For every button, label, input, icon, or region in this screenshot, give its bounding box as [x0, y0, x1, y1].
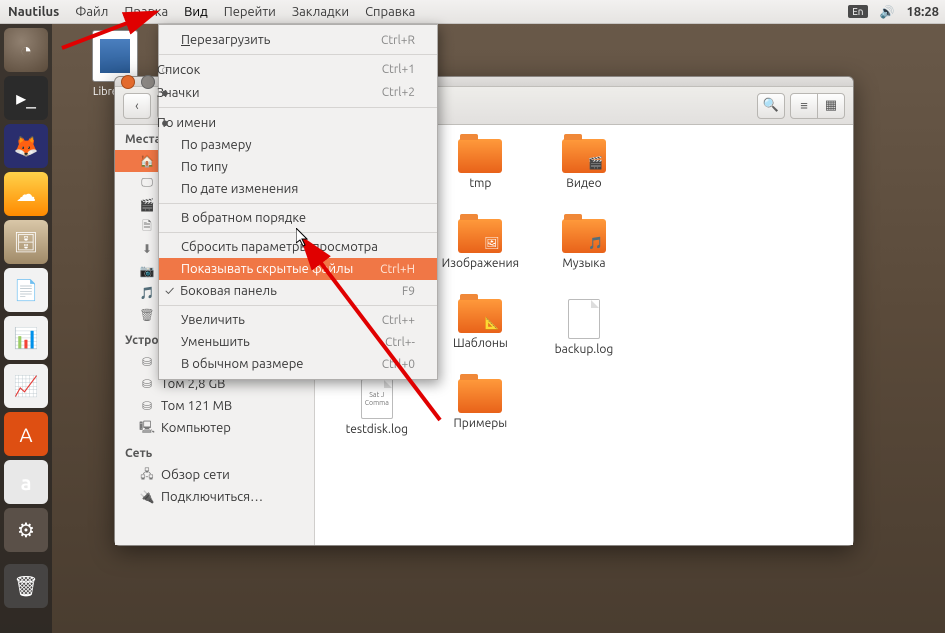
software-icon[interactable]: A	[4, 412, 48, 456]
file-icon: Sat J Comma	[361, 379, 393, 419]
lang-indicator[interactable]: En	[842, 5, 873, 18]
folder-pictures[interactable]: 🖼Изображения	[429, 219, 533, 295]
back-button[interactable]: ‹	[123, 93, 151, 119]
menu-sort-type[interactable]: По типу	[159, 156, 437, 178]
desktop-place-icon: 🖵	[139, 176, 155, 190]
sidebar-computer[interactable]: 🖳Компьютер	[115, 417, 314, 439]
app-name: Nautilus	[0, 5, 67, 19]
writer-icon[interactable]: 📄	[4, 268, 48, 312]
top-panel: Nautilus Файл Правка Вид Перейти Закладк…	[0, 0, 945, 24]
menu-edit[interactable]: Правка	[116, 5, 176, 19]
disk-icon: ⛁	[139, 355, 155, 369]
file-testdisk[interactable]: Sat J Commatestdisk.log	[325, 379, 429, 455]
menu-zoom-normal[interactable]: В обычном размереCtrl+0	[159, 353, 437, 375]
menu-sort-size[interactable]: По размеру	[159, 134, 437, 156]
cursor-icon	[296, 228, 312, 248]
menu-zoom-in[interactable]: УвеличитьCtrl++	[159, 309, 437, 331]
menu-zoom-out[interactable]: УменьшитьCtrl+-	[159, 331, 437, 353]
cloud-icon[interactable]: ☁	[4, 172, 48, 216]
folder-icon: 🎵	[562, 219, 606, 253]
file-backup[interactable]: backup.log	[532, 299, 636, 375]
settings-icon[interactable]: ⚙	[4, 508, 48, 552]
sidebar-connect[interactable]: 🔌Подключиться…	[115, 486, 314, 508]
music-place-icon: 🎵	[139, 286, 155, 300]
dash-icon[interactable]: ◔	[4, 28, 48, 72]
folder-icon	[458, 379, 502, 413]
sidebar-network-head: Сеть	[115, 439, 314, 464]
disk-icon: ⛁	[139, 399, 155, 413]
calc-icon[interactable]: 📈	[4, 364, 48, 408]
volume-icon[interactable]	[874, 5, 901, 19]
folder-icon: 📐	[458, 299, 502, 333]
menu-show-hidden[interactable]: Показывать скрытые файлыCtrl+H	[159, 258, 437, 280]
menu-sort-name[interactable]: По имени	[159, 111, 437, 134]
menu-sort-date[interactable]: По дате изменения	[159, 178, 437, 200]
menu-reverse[interactable]: В обратном порядке	[159, 207, 437, 229]
search-button[interactable]: 🔍	[757, 93, 785, 119]
menu-file[interactable]: Файл	[67, 5, 116, 19]
folder-icon	[458, 139, 502, 173]
home-icon: 🏠	[139, 154, 155, 168]
folder-icon: 🎬	[562, 139, 606, 173]
menu-go[interactable]: Перейти	[216, 5, 284, 19]
video-badge-icon: 🎬	[588, 156, 603, 170]
menu-help[interactable]: Справка	[357, 5, 423, 19]
computer-icon: 🖳	[139, 421, 155, 435]
network-icon: 🖧	[139, 468, 155, 482]
minimize-button[interactable]	[141, 75, 155, 89]
menu-view[interactable]: Вид	[176, 5, 216, 19]
sidebar-browse-net[interactable]: 🖧Обзор сети	[115, 464, 314, 486]
disk-icon: ⛁	[139, 377, 155, 391]
folder-examples[interactable]: Примеры	[429, 379, 533, 455]
view-list-button[interactable]: ≡	[790, 93, 818, 119]
menu-icon-view[interactable]: ЗначкиCtrl+2	[159, 81, 437, 104]
trash-icon[interactable]: 🗑	[4, 564, 48, 608]
sidebar-vol3[interactable]: ⛁Том 121 MB	[115, 395, 314, 417]
docs-place-icon: 🗎	[139, 220, 155, 234]
folder-icon: 🖼	[458, 219, 502, 253]
menu-bookmarks[interactable]: Закладки	[284, 5, 357, 19]
clock[interactable]: 18:28	[900, 5, 945, 19]
connect-icon: 🔌	[139, 490, 155, 504]
dl-place-icon: ⬇	[139, 242, 155, 256]
folder-tmp[interactable]: tmp	[429, 139, 533, 215]
firefox-icon[interactable]: 🦊	[4, 124, 48, 168]
menu-list-view[interactable]: СписокCtrl+1	[159, 58, 437, 81]
menu-reload[interactable]: ПерезагрузитьCtrl+R	[159, 29, 437, 51]
terminal-icon[interactable]: ▸_	[4, 76, 48, 120]
pic-place-icon: 📷	[139, 264, 155, 278]
picture-badge-icon: 🖼	[484, 236, 499, 250]
music-badge-icon: 🎵	[588, 236, 603, 250]
video-place-icon: 🎬	[139, 198, 155, 212]
files-icon[interactable]: 🗄	[4, 220, 48, 264]
view-grid-button[interactable]: ▦	[817, 93, 845, 119]
close-button[interactable]	[121, 75, 135, 89]
menu-side-panel[interactable]: Боковая панельF9	[159, 280, 437, 302]
launcher: ◔ ▸_ 🦊 ☁ 🗄 📄 📊 📈 A a ⚙ 🗑	[0, 24, 52, 633]
impress-icon[interactable]: 📊	[4, 316, 48, 360]
folder-templates[interactable]: 📐Шаблоны	[429, 299, 533, 375]
folder-music[interactable]: 🎵Музыка	[532, 219, 636, 295]
trash-place-icon: 🗑	[139, 308, 155, 322]
folder-video[interactable]: 🎬Видео	[532, 139, 636, 215]
file-icon	[568, 299, 600, 339]
amazon-icon[interactable]: a	[4, 460, 48, 504]
template-badge-icon: 📐	[484, 316, 499, 330]
view-menu-dropdown: ПерезагрузитьCtrl+R СписокCtrl+1 ЗначкиC…	[158, 24, 438, 380]
